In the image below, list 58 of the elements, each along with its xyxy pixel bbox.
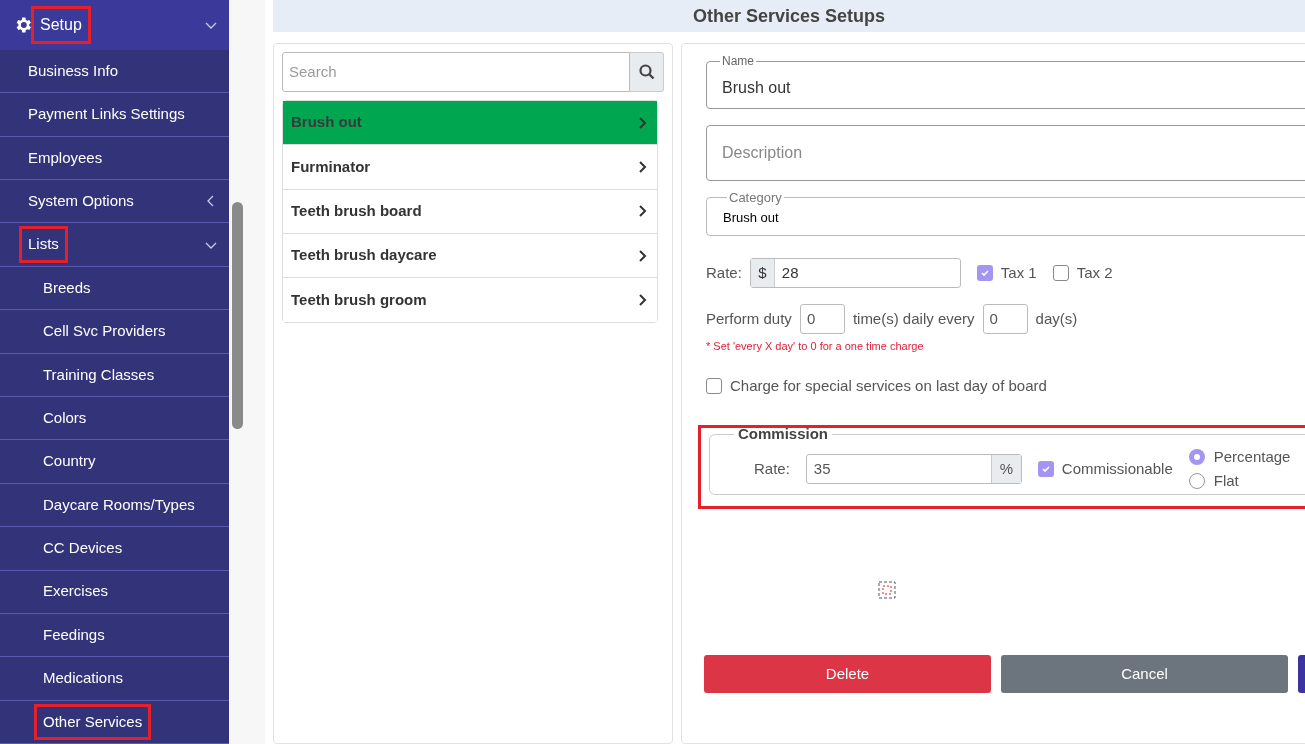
hint-text: * Set 'every X day' to 0 for a one time charge (706, 339, 925, 354)
scrollbar-thumb[interactable] (232, 202, 243, 429)
chevron-right-icon (638, 248, 647, 263)
description-field[interactable]: Description (706, 125, 1305, 181)
sidebar-label: Business Info (28, 60, 119, 81)
sidebar-item[interactable]: Setup (0, 0, 229, 50)
chevron-right-icon (638, 204, 647, 219)
cancel-button[interactable]: Cancel (1001, 655, 1288, 693)
checkbox[interactable] (1037, 461, 1054, 477)
sidebar-label: Other Services (37, 706, 149, 738)
rate-field[interactable]: $ 28 (749, 258, 961, 288)
sidebar-label: Daycare Rooms/Types (43, 494, 195, 515)
duty-label: Perform duty (706, 308, 792, 329)
sidebar-label: Cell Svc Providers (43, 321, 166, 342)
chevron-right-icon (638, 159, 647, 174)
chevron-right-icon (638, 293, 647, 308)
page-title: Other Services Setups (273, 0, 1305, 32)
sidebar-label: Breeds (43, 277, 91, 298)
checkbox[interactable] (976, 265, 993, 281)
times-field[interactable]: 0 (799, 304, 845, 334)
days-field[interactable]: 0 (982, 304, 1028, 334)
tax-label: Tax 1 (1000, 262, 1037, 283)
sidebar-label: Setup (34, 8, 88, 41)
commission-rate-field[interactable]: 35 % (805, 454, 1022, 484)
search-icon (638, 64, 655, 80)
sidebar-label: Country (43, 451, 96, 472)
sidebar-label: Employees (28, 147, 103, 168)
checkbox[interactable] (1052, 265, 1069, 281)
search-field[interactable]: Search (282, 52, 630, 92)
check-icon (1040, 464, 1051, 474)
rate-label: Rate: (706, 262, 742, 283)
sidebar-label: CC Devices (43, 538, 123, 559)
sidebar-label: Feedings (43, 624, 105, 645)
chevron-right-icon (638, 115, 647, 130)
duty-label: day(s) (1035, 308, 1078, 329)
tax-label: Tax 2 (1076, 262, 1113, 283)
sidebar-label: Exercises (43, 581, 109, 602)
radio-label: Flat (1213, 471, 1239, 491)
search-button[interactable] (630, 52, 664, 92)
sidebar-label: Medications (43, 668, 124, 689)
sidebar-label: Payment Links Settings (28, 104, 185, 125)
check-icon (979, 268, 990, 278)
sidebar-label: Colors (43, 407, 87, 428)
service-list-item[interactable]: Brush out (283, 101, 657, 146)
duty-label: time(s) daily every (852, 308, 975, 329)
checkbox-label: Charge for special services on last day of board (730, 375, 1047, 396)
sidebar-item[interactable]: Lists (0, 223, 229, 267)
radio-button[interactable] (1188, 473, 1205, 490)
sidebar-label: System Options (28, 190, 134, 211)
radio-button[interactable] (1188, 448, 1205, 465)
checkbox-label: Commissionable (1061, 458, 1173, 479)
delete-button[interactable]: Delete (704, 655, 991, 693)
rate-label: Rate: (754, 458, 790, 479)
sidebar-label: Lists (22, 229, 65, 260)
sidebar-label: Training Classes (43, 364, 155, 385)
grid-icon (878, 581, 896, 599)
checkbox[interactable] (706, 377, 722, 394)
radio-label: Percentage (1213, 446, 1291, 467)
